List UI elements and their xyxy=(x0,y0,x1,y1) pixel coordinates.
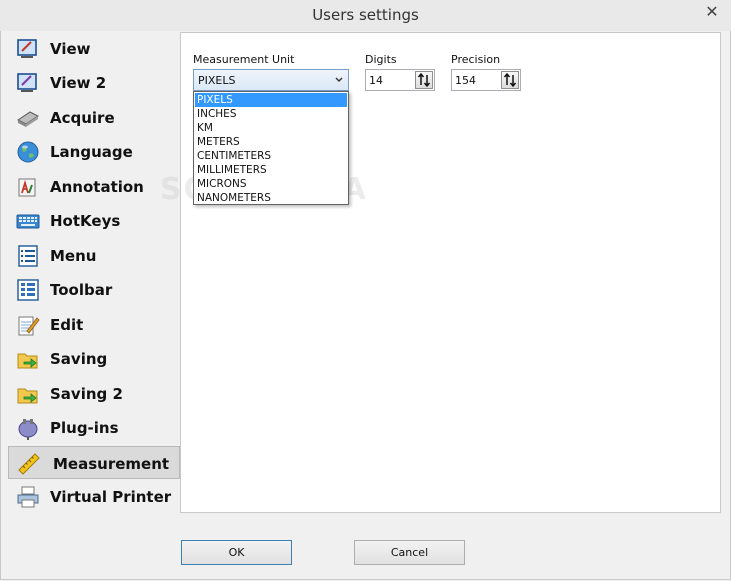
sidebar-item-label: Measurement xyxy=(53,455,170,473)
window-title: Users settings xyxy=(312,6,419,24)
sidebar-item-label: Acquire xyxy=(50,109,115,127)
dropdown-option[interactable]: CENTIMETERS xyxy=(195,149,347,163)
sidebar-item-label: Menu xyxy=(50,247,97,265)
precision-spinner[interactable]: 154 xyxy=(451,69,521,91)
sidebar-item-acquire[interactable]: Acquire xyxy=(8,101,180,134)
close-button[interactable]: ✕ xyxy=(699,3,725,23)
sidebar-item-label: Annotation xyxy=(50,178,144,196)
sidebar-item-label: Saving 2 xyxy=(50,385,123,403)
sidebar-item-view-2[interactable]: View 2 xyxy=(8,66,180,99)
scanner-icon xyxy=(17,111,39,127)
cancel-button[interactable]: Cancel xyxy=(354,540,465,565)
menu-icon xyxy=(18,245,38,267)
dropdown-option[interactable]: KM xyxy=(195,121,347,135)
dropdown-option[interactable]: MILLIMETERS xyxy=(195,163,347,177)
up-down-arrows-icon xyxy=(417,72,431,88)
sidebar-item-label: View xyxy=(50,40,91,58)
sidebar-item-label: Plug-ins xyxy=(50,419,119,437)
sidebar-item-annotation[interactable]: Annotation xyxy=(8,170,180,203)
sidebar-item-edit[interactable]: Edit xyxy=(8,308,180,341)
sidebar-item-virtual-printer[interactable]: Virtual Printer xyxy=(8,480,180,513)
precision-label: Precision xyxy=(451,53,501,66)
plugin-icon xyxy=(18,419,38,440)
sidebar-item-label: Language xyxy=(50,143,133,161)
dropdown-option[interactable]: PIXELS xyxy=(195,93,347,107)
dropdown-option[interactable]: METERS xyxy=(195,135,347,149)
sidebar-item-label: Edit xyxy=(50,316,84,334)
sidebar-item-measurement[interactable]: Measurement xyxy=(8,446,180,479)
digits-value: 14 xyxy=(369,74,383,87)
sidebar-item-saving-2[interactable]: Saving 2 xyxy=(8,377,180,410)
sidebar-item-hotkeys[interactable]: HotKeys xyxy=(8,204,180,237)
measurement-unit-dropdown-list: PIXELS INCHES KM METERS CENTIMETERS MILL… xyxy=(193,91,349,205)
sidebar-item-label: HotKeys xyxy=(50,212,121,230)
sidebar-item-label: Toolbar xyxy=(50,281,113,299)
measurement-unit-label: Measurement Unit xyxy=(193,53,295,66)
settings-window: Users settings ✕ View View 2 Acquire Lan… xyxy=(0,0,731,581)
dropdown-option[interactable]: NANOMETERS xyxy=(195,191,347,205)
saving-icon xyxy=(17,353,38,369)
precision-value: 154 xyxy=(455,74,476,87)
keyboard-icon xyxy=(16,214,40,229)
title-bar: Users settings ✕ xyxy=(0,0,731,32)
dropdown-option[interactable]: MICRONS xyxy=(195,177,347,191)
sidebar-item-toolbar[interactable]: Toolbar xyxy=(8,273,180,306)
sidebar-item-plug-ins[interactable]: Plug-ins xyxy=(8,411,180,444)
annotation-icon xyxy=(18,178,36,197)
digits-spinner[interactable]: 14 xyxy=(365,69,435,91)
measurement-unit-select[interactable]: PIXELS xyxy=(193,69,349,91)
sidebar-item-view[interactable]: View xyxy=(8,32,180,65)
sidebar-item-label: Saving xyxy=(50,350,108,368)
dropdown-option[interactable]: INCHES xyxy=(195,107,347,121)
measurement-unit-value: PIXELS xyxy=(198,74,236,87)
settings-sidebar: View View 2 Acquire Language Annotation … xyxy=(8,32,180,513)
view-icon xyxy=(17,39,37,58)
chevron-down-icon xyxy=(335,77,343,82)
sidebar-item-language[interactable]: Language xyxy=(8,135,180,168)
up-down-arrows-icon xyxy=(503,72,517,88)
saving2-icon xyxy=(17,388,38,404)
sidebar-item-label: Virtual Printer xyxy=(50,488,172,506)
ruler-icon xyxy=(18,453,40,475)
digits-label: Digits xyxy=(365,53,397,66)
view2-icon xyxy=(17,73,37,92)
sidebar-item-saving[interactable]: Saving xyxy=(8,342,180,375)
globe-icon xyxy=(17,141,39,163)
sidebar-item-label: View 2 xyxy=(50,74,107,92)
precision-spin-button[interactable] xyxy=(501,71,519,89)
digits-spin-button[interactable] xyxy=(415,71,433,89)
printer-icon xyxy=(17,486,39,508)
toolbar-icon xyxy=(17,279,39,301)
edit-icon xyxy=(18,316,40,336)
sidebar-item-menu[interactable]: Menu xyxy=(8,239,180,272)
ok-button[interactable]: OK xyxy=(181,540,292,565)
